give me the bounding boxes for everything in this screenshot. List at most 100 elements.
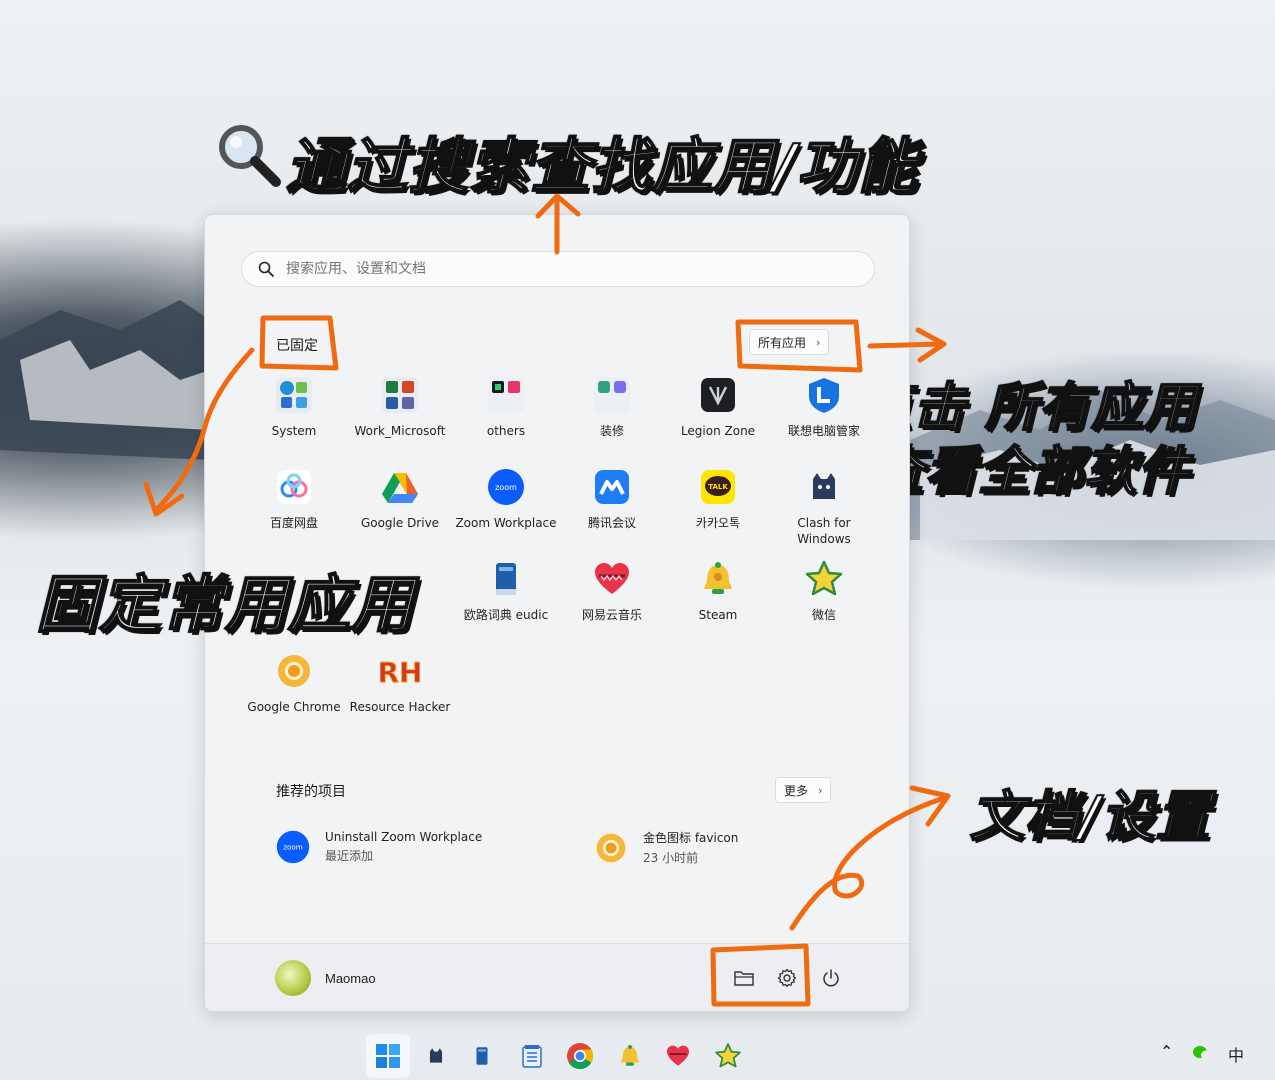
notepad-icon (522, 1045, 542, 1068)
taskbar-notepad[interactable] (512, 1036, 552, 1076)
all-apps-label: 所有应用 (758, 335, 807, 350)
svg-text:RH: RH (380, 656, 420, 689)
taskbar-chrome[interactable] (560, 1036, 600, 1076)
eudic-icon (486, 559, 526, 599)
chrome-icon (596, 833, 626, 862)
pinned-app-steam[interactable]: Steam (665, 559, 771, 649)
tencent-meeting-icon (592, 467, 632, 507)
app-label: Legion Zone (680, 424, 756, 438)
app-label: 网易云音乐 (581, 608, 642, 622)
documents-button[interactable] (730, 964, 758, 992)
chevron-right-icon: › (818, 783, 823, 797)
baidu-netdisk-icon (274, 467, 314, 507)
others-folder-icon (486, 375, 526, 415)
recommended-item-favicon[interactable]: 金色图标 favicon 23 小时前 (593, 829, 738, 866)
annotation-search: 通过搜索查找应用/功能 (285, 131, 919, 203)
pinned-app-clash[interactable]: Clash for Windows (771, 467, 877, 557)
pinned-app-system[interactable]: System (241, 375, 347, 465)
pinned-app-others[interactable]: others (453, 375, 559, 465)
chrome-icon (567, 1043, 594, 1070)
app-label: System (271, 424, 317, 438)
taskbar-steam[interactable] (610, 1036, 650, 1076)
app-label: 腾讯会议 (587, 516, 636, 530)
zoom-icon: zoom (276, 830, 310, 864)
app-label: Work_Microsoft (354, 424, 446, 438)
taskbar: ⌃ 中 (0, 1028, 1275, 1080)
chevron-right-icon: › (816, 335, 821, 349)
app-label: others (486, 424, 526, 438)
app-label: 百度网盘 (269, 516, 318, 530)
zoom-icon: zoom (486, 467, 526, 507)
app-label: Google Drive (360, 516, 440, 530)
app-label: Google Chrome (247, 700, 341, 714)
more-button[interactable]: 更多 › (775, 777, 832, 803)
legion-zone-icon (698, 375, 738, 415)
pinned-app-legion-zone[interactable]: Legion Zone (665, 375, 771, 465)
user-account-button[interactable]: Maomao (275, 960, 376, 996)
magnifier-emoji-icon (219, 125, 281, 187)
kakaotalk-icon: TALK (698, 467, 738, 507)
recommended-item-subtitle: 23 小时前 (643, 851, 699, 865)
recommended-title: 推荐的项目 (276, 784, 346, 800)
recommended-item-subtitle: 最近添加 (325, 849, 374, 863)
svg-text:TALK: TALK (708, 483, 728, 491)
recommended-item-title: 金色图标 favicon (643, 831, 739, 845)
taskbar-wechat[interactable] (708, 1036, 748, 1076)
pinned-app-renovation[interactable]: 装修 (559, 375, 665, 465)
clash-icon (429, 1048, 443, 1063)
pinned-app-work-microsoft[interactable]: Work_Microsoft (347, 375, 453, 465)
app-label: 微信 (811, 608, 836, 622)
pinned-app-kakaotalk[interactable]: TALK 카카오톡 (665, 467, 771, 557)
annotation-pinned: 固定常用应用 (35, 567, 415, 642)
netease-music-icon (666, 1045, 690, 1066)
pinned-app-zoom[interactable]: zoom Zoom Workplace (453, 467, 559, 557)
ime-indicator[interactable]: 中 (1228, 1042, 1244, 1066)
settings-button[interactable] (773, 964, 801, 992)
clash-icon (804, 467, 844, 507)
wechat-star-icon (804, 559, 844, 599)
system-folder-icon (274, 375, 314, 415)
pinned-title: 已固定 (276, 338, 318, 354)
app-label: Resource Hacker (349, 700, 451, 714)
app-label: 欧路词典 eudic (463, 608, 549, 622)
pinned-app-google-chrome[interactable]: Google Chrome (241, 651, 347, 741)
pinned-app-google-drive[interactable]: Google Drive (347, 467, 453, 557)
lenovo-pc-manager-icon (804, 375, 844, 415)
renovation-folder-icon (592, 375, 632, 415)
pinned-app-baidu-netdisk[interactable]: 百度网盘 (241, 467, 347, 557)
pinned-app-tencent-meeting[interactable]: 腾讯会议 (559, 467, 665, 557)
app-label: Steam (698, 608, 738, 622)
search-box[interactable] (241, 251, 875, 287)
more-label: 更多 (784, 783, 809, 798)
recommended-item-uninstall-zoom[interactable]: zoom Uninstall Zoom Workplace 最近添加 (275, 829, 482, 865)
folder-icon (734, 971, 754, 986)
windows-logo-icon (376, 1044, 400, 1068)
app-label: 装修 (599, 424, 624, 438)
netease-music-icon (592, 559, 632, 599)
annotation-all-apps: 点击 所有应用 查看全部软件 (859, 376, 1197, 504)
steam-icon (698, 559, 738, 599)
svg-text:zoom: zoom (495, 483, 517, 492)
start-button[interactable] (366, 1034, 410, 1078)
tray-wechat-icon[interactable] (1192, 1044, 1212, 1067)
resource-hacker-icon: RH (380, 651, 420, 691)
pinned-app-wechat[interactable]: 微信 (771, 559, 877, 649)
taskbar-netease-music[interactable] (658, 1036, 698, 1076)
tray-overflow-chevron-icon[interactable]: ⌃ (1160, 1042, 1173, 1062)
pinned-app-netease-music[interactable]: 网易云音乐 (559, 559, 665, 649)
all-apps-button[interactable]: 所有应用 › (749, 329, 830, 355)
taskbar-clash[interactable] (416, 1036, 456, 1076)
google-drive-icon (380, 467, 420, 507)
pinned-app-eudic-dict[interactable]: 欧路词典 eudic (453, 559, 559, 649)
pinned-app-resource-hacker[interactable]: RH Resource Hacker (347, 651, 453, 741)
app-label: 카카오톡 (695, 516, 741, 530)
annotation-all-apps-line2: 查看全部软件 (871, 441, 1191, 503)
app-label: 联想电脑管家 (787, 424, 860, 438)
search-icon (258, 261, 274, 277)
pinned-app-lenovo-pc-manager[interactable]: 联想电脑管家 (771, 375, 877, 465)
recommended-item-title: Uninstall Zoom Workplace (325, 830, 483, 844)
wechat-star-icon (715, 1043, 741, 1068)
search-input[interactable] (286, 261, 846, 277)
power-button[interactable] (817, 964, 845, 992)
taskbar-eudic[interactable] (462, 1036, 502, 1076)
